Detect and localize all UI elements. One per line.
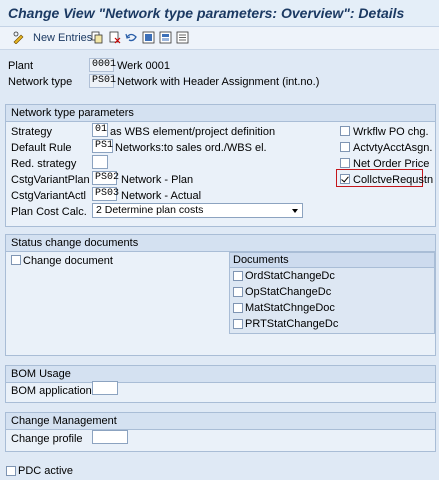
prt-stat-change-doc-checkbox[interactable] [233,319,243,329]
op-stat-change-doc-checkbox[interactable] [233,287,243,297]
costing-variant-plan-input[interactable]: PS02 [92,171,119,185]
plan-cost-calc-value: 2 Determine plan costs [96,204,204,216]
plant-field: 0001 [89,58,116,72]
panel-title: Network type parameters [11,107,134,119]
change-management-panel: Change Management [5,412,436,452]
undo-icon[interactable] [125,31,138,44]
workflow-po-change-label: Wrkflw PO chg. [353,126,429,138]
mat-stat-change-doc-label: MatStatChngeDoc [245,302,335,314]
panel-title: Status change documents [11,237,139,249]
costing-variant-actual-label: CstgVariantActl [11,190,86,202]
strategy-text: as WBS element/project definition [110,126,276,138]
ord-stat-change-doc-label: OrdStatChangeDc [245,270,335,282]
pdc-active-label: PDC active [18,465,74,477]
plan-cost-calc-label: Plan Cost Calc. [11,206,87,218]
bom-application-input[interactable] [92,381,118,395]
select-block-icon[interactable] [159,31,172,44]
change-document-label: Change document [23,255,113,267]
workflow-po-change-checkbox[interactable] [340,126,350,136]
mat-stat-change-doc-checkbox[interactable] [233,303,243,313]
collective-requisition-checkbox[interactable] [340,174,350,184]
dropdown-arrow-icon[interactable] [292,209,298,213]
deselect-all-icon[interactable] [176,31,189,44]
select-all-icon[interactable] [142,31,155,44]
window-title: Change View "Network type parameters: Ov… [8,5,405,21]
bom-usage-panel: BOM Usage [5,365,436,403]
red-strategy-label: Red. strategy [11,158,77,170]
copy-icon[interactable] [91,31,104,44]
activity-acct-assignment-checkbox[interactable] [340,142,350,152]
change-document-checkbox[interactable] [11,255,21,265]
change-profile-input[interactable] [92,430,128,444]
collective-requisition-label: CollctveRequstn [353,174,434,186]
costing-variant-actual-text: Network - Actual [121,190,202,202]
network-type-name: Network with Header Assignment (int.no.) [117,76,320,88]
application-toolbar: New Entries [0,27,439,50]
strategy-label: Strategy [11,126,52,138]
costing-variant-actual-input[interactable]: PS03 [92,187,119,201]
title-bar: Change View "Network type parameters: Ov… [0,0,439,27]
default-rule-label: Default Rule [11,142,72,154]
new-entries-button[interactable]: New Entries [33,32,92,44]
net-order-price-checkbox[interactable] [340,158,350,168]
strategy-input[interactable]: 01 [92,123,108,137]
documents-title: Documents [233,254,289,266]
plant-name: Werk 0001 [117,60,170,72]
plan-cost-calc-dropdown[interactable]: 2 Determine plan costs [92,203,303,218]
network-type-label: Network type [8,76,73,88]
red-strategy-input[interactable] [92,155,108,169]
panel-title: BOM Usage [11,368,71,380]
bom-application-label: BOM application [11,385,92,397]
pdc-active-checkbox[interactable] [6,466,16,476]
activity-acct-assignment-label: ActvtyAcctAsgn. [353,142,433,154]
delete-icon[interactable] [108,31,121,44]
network-type-field: PS01 [89,74,116,88]
plant-label: Plant [8,60,34,72]
panel-title: Change Management [11,415,117,427]
default-rule-text: Networks:to sales ord./WBS el. [115,142,267,154]
costing-variant-plan-label: CstgVariantPlan [11,174,90,186]
prt-stat-change-doc-label: PRTStatChangeDc [245,318,339,330]
ord-stat-change-doc-checkbox[interactable] [233,271,243,281]
costing-variant-plan-text: Network - Plan [121,174,194,186]
op-stat-change-doc-label: OpStatChangeDc [245,286,332,298]
default-rule-input[interactable]: PS1 [92,139,113,153]
change-profile-label: Change profile [11,433,83,445]
pencil-glasses-icon[interactable] [12,31,25,44]
